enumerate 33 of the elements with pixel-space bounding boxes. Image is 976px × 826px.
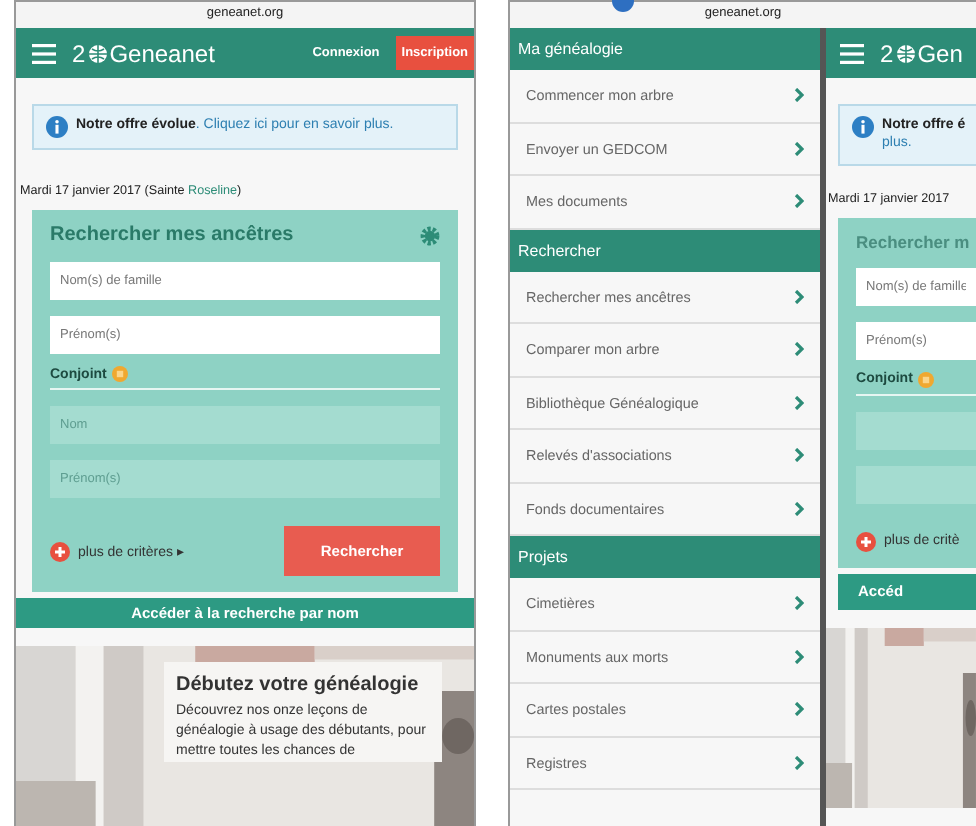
plus-icon — [856, 531, 877, 552]
chevron-icon — [794, 702, 805, 717]
chevron-icon — [794, 448, 805, 463]
coin-icon — [918, 371, 935, 388]
panel-title: Rechercher mes ancêtres — [50, 224, 294, 246]
chevron-icon — [794, 88, 805, 103]
chevron-icon — [794, 342, 805, 357]
info-icon — [46, 116, 68, 138]
menu-section-header: Projets — [510, 536, 821, 578]
chevron-icon — [794, 649, 805, 664]
globe-icon — [895, 43, 916, 63]
menu-icon[interactable] — [32, 43, 56, 63]
chevron-icon — [794, 755, 805, 770]
info-icon — [852, 116, 875, 138]
chevron-icon — [794, 289, 805, 304]
chevron-icon — [794, 596, 805, 611]
chevron-icon — [794, 501, 805, 516]
globe-icon — [87, 43, 108, 63]
chevron-icon — [794, 395, 805, 410]
chevron-icon — [794, 194, 805, 209]
card-title: Débutez votre généalogie — [176, 674, 421, 696]
menu-section-header: Ma généalogie — [510, 28, 821, 70]
menu-icon[interactable] — [840, 43, 865, 63]
panel-title: Rechercher m — [856, 231, 970, 252]
logo-text: Geneanet — [109, 39, 215, 67]
coin-icon — [112, 366, 129, 382]
settings-icon[interactable] — [420, 225, 441, 245]
chevron-icon — [794, 141, 805, 156]
logo-text: Gen — [917, 39, 963, 67]
plus-icon — [50, 541, 70, 561]
logo-text: 2 — [880, 39, 894, 67]
logo-text: 2 — [72, 39, 86, 67]
menu-section-header: Rechercher — [510, 229, 821, 271]
